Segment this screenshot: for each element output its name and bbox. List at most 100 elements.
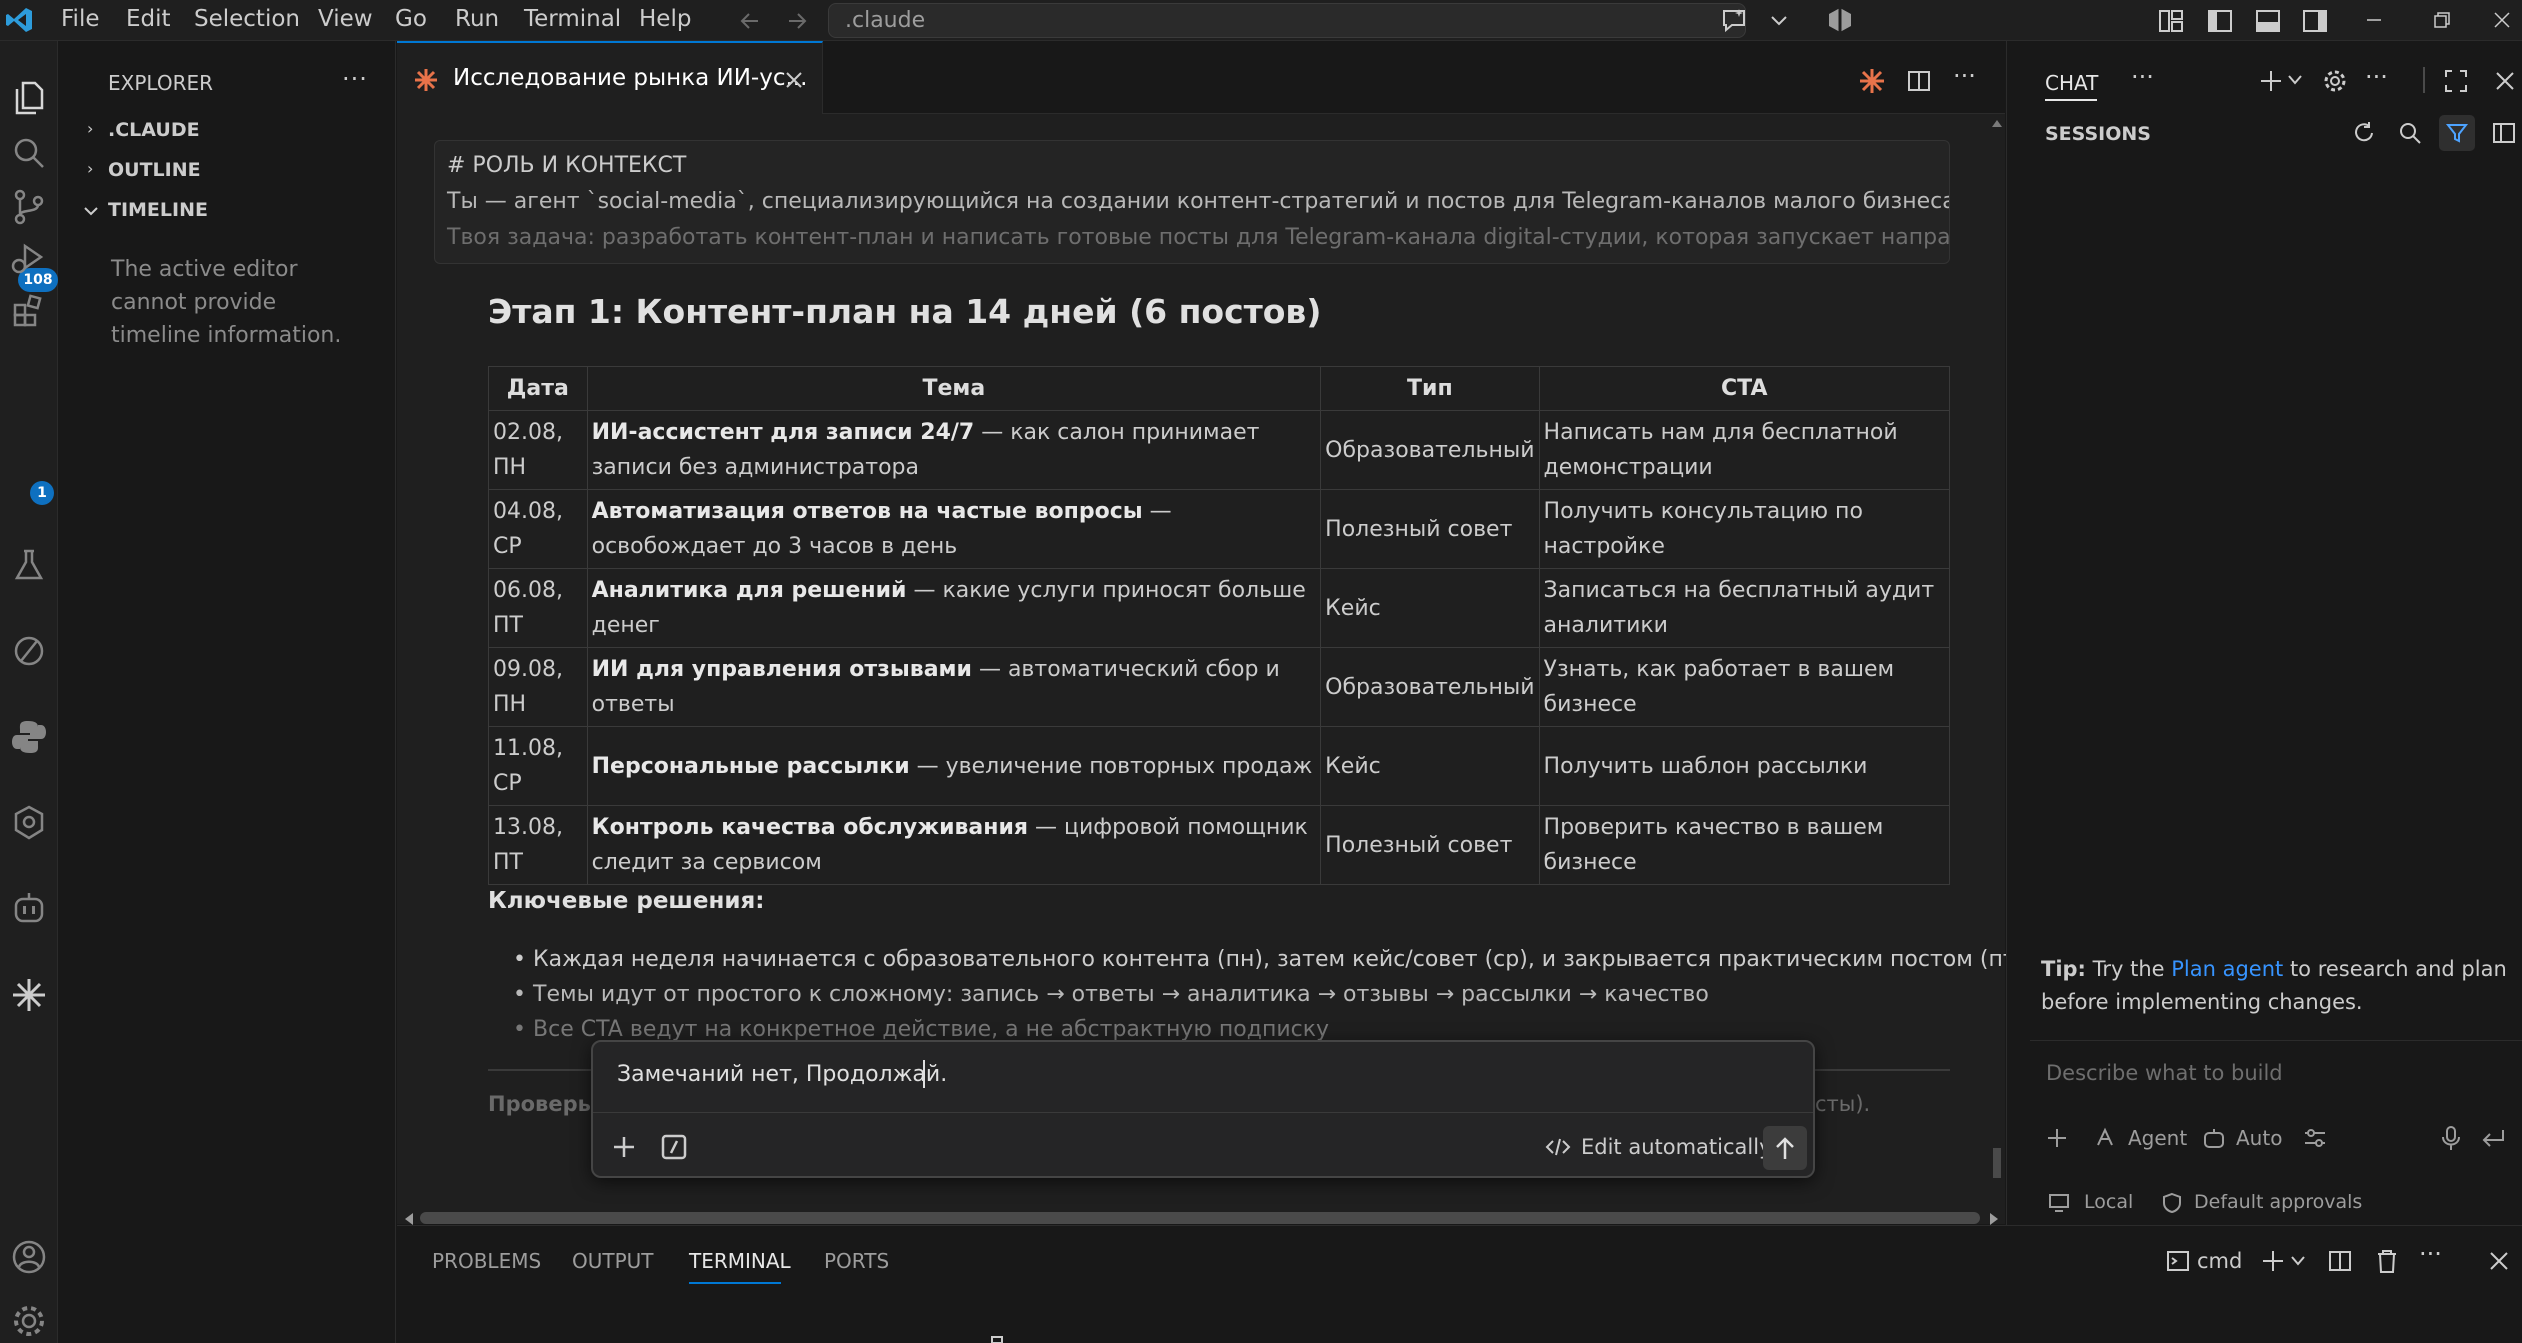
tools-sliders-icon[interactable] bbox=[2302, 1126, 2328, 1150]
editor-tab-active[interactable]: Исследование рынка ИИ-ус... bbox=[397, 41, 823, 114]
topic-bold: Контроль качества обслуживания bbox=[591, 815, 1029, 840]
key-decisions-heading: Ключевые решения: bbox=[488, 888, 765, 914]
list-item: Темы идут от простого к сложному: запись… bbox=[513, 982, 1709, 1007]
tab-output[interactable]: OUTPUT bbox=[572, 1249, 654, 1273]
remote-explorer-icon[interactable] bbox=[7, 629, 51, 673]
menu-selection[interactable]: Selection bbox=[194, 6, 300, 32]
close-tab-icon[interactable] bbox=[783, 69, 805, 91]
scroll-left-arrow-icon[interactable] bbox=[403, 1212, 415, 1226]
claude-sparkle-icon[interactable] bbox=[7, 973, 51, 1017]
close-panel-icon[interactable] bbox=[2487, 1249, 2511, 1273]
list-item: Каждая неделя начинается с образовательн… bbox=[513, 947, 2024, 972]
kubernetes-hex-icon[interactable] bbox=[7, 801, 51, 845]
local-label[interactable]: Local bbox=[2084, 1191, 2133, 1213]
chevron-down-icon[interactable] bbox=[2290, 1254, 2306, 1268]
toggle-secondary-sidebar-icon[interactable] bbox=[2301, 7, 2329, 35]
explorer-more-icon[interactable]: ··· bbox=[342, 65, 368, 93]
panel-more-icon[interactable]: ··· bbox=[2419, 1240, 2442, 1268]
cell-topic: Контроль качества обслуживания — цифрово… bbox=[586, 805, 1322, 885]
approvals-label[interactable]: Default approvals bbox=[2194, 1191, 2362, 1213]
scroll-right-arrow-icon[interactable] bbox=[1988, 1212, 2000, 1226]
tab-terminal[interactable]: TERMINAL bbox=[689, 1249, 791, 1273]
toggle-sessions-sidebar-icon[interactable] bbox=[2491, 120, 2517, 146]
model-label[interactable]: Auto bbox=[2236, 1126, 2282, 1150]
topic-bold: Автоматизация ответов на частые вопросы bbox=[591, 499, 1143, 524]
account-icon[interactable] bbox=[7, 1235, 51, 1279]
menu-run[interactable]: Run bbox=[455, 6, 499, 32]
tab-ports[interactable]: PORTS bbox=[824, 1249, 889, 1273]
source-control-icon[interactable] bbox=[7, 185, 51, 229]
chat-input-value[interactable]: Замечаний нет, Продолжай. bbox=[617, 1062, 947, 1087]
editor-more-actions-icon[interactable]: ··· bbox=[1953, 62, 1976, 90]
testing-flask-icon[interactable] bbox=[7, 543, 51, 587]
search-icon[interactable] bbox=[2397, 120, 2423, 146]
run-debug-icon[interactable] bbox=[7, 236, 51, 280]
customize-layout-icon[interactable] bbox=[2157, 7, 2185, 35]
menu-edit[interactable]: Edit bbox=[126, 6, 171, 32]
menu-terminal[interactable]: Terminal bbox=[524, 6, 621, 32]
split-terminal-icon[interactable] bbox=[2327, 1248, 2353, 1274]
section-timeline[interactable]: TIMELINE bbox=[59, 195, 396, 225]
copilot-icon[interactable] bbox=[1826, 6, 1854, 34]
extensions-icon[interactable] bbox=[7, 289, 51, 333]
scroll-up-arrow-icon[interactable] bbox=[1991, 118, 2003, 128]
section-outline[interactable]: › OUTLINE bbox=[59, 155, 396, 185]
menu-go[interactable]: Go bbox=[395, 6, 427, 32]
agent-mode-icon bbox=[2097, 1127, 2113, 1146]
plan-agent-link[interactable]: Plan agent bbox=[2171, 957, 2283, 981]
split-editor-icon[interactable] bbox=[1906, 68, 1932, 94]
restore-icon[interactable] bbox=[2430, 8, 2454, 32]
add-context-plus-icon[interactable] bbox=[2044, 1125, 2070, 1151]
chat-title[interactable]: CHAT bbox=[2045, 71, 2098, 95]
menu-help[interactable]: Help bbox=[639, 6, 691, 32]
refresh-icon[interactable] bbox=[2351, 120, 2377, 146]
claude-sparkle-icon[interactable] bbox=[1858, 67, 1886, 95]
extensions-badge: 1 bbox=[30, 481, 54, 505]
cell-date: 11.08, СР bbox=[488, 726, 588, 806]
send-button[interactable] bbox=[1763, 1126, 1807, 1170]
minimize-icon[interactable] bbox=[2362, 10, 2386, 30]
forward-arrow-icon[interactable] bbox=[785, 9, 809, 33]
terminal-name[interactable]: cmd bbox=[2197, 1249, 2242, 1273]
filter-button[interactable] bbox=[2439, 115, 2475, 151]
section-claude[interactable]: › .CLAUDE bbox=[59, 115, 396, 145]
close-window-icon[interactable] bbox=[2490, 8, 2514, 32]
search-icon[interactable] bbox=[7, 131, 51, 175]
chat-compose-box[interactable]: Describe what to build Agent Auto bbox=[2030, 1040, 2522, 1170]
edit-automatically-label[interactable]: Edit automatically bbox=[1581, 1135, 1772, 1159]
menu-view[interactable]: View bbox=[318, 6, 373, 32]
agent-mode-label[interactable]: Agent bbox=[2128, 1126, 2187, 1150]
chevron-down-icon[interactable] bbox=[1769, 12, 1789, 28]
slash-command-icon[interactable] bbox=[659, 1132, 689, 1162]
editor-horizontal-scrollbar[interactable] bbox=[420, 1212, 1980, 1224]
chat-sparkle-icon[interactable] bbox=[1720, 7, 1750, 35]
close-chat-icon[interactable] bbox=[2493, 69, 2517, 93]
chevron-down-icon[interactable] bbox=[2287, 73, 2303, 87]
editor-vertical-scrollbar[interactable] bbox=[1991, 118, 2003, 1208]
inline-chat-input[interactable]: Замечаний нет, Продолжай. Edit automatic… bbox=[591, 1040, 1815, 1178]
microphone-icon[interactable] bbox=[2440, 1125, 2462, 1151]
explorer-files-icon[interactable] bbox=[7, 75, 51, 119]
toggle-primary-sidebar-icon[interactable] bbox=[2206, 7, 2234, 35]
new-chat-plus-icon[interactable] bbox=[2257, 67, 2285, 95]
chat-compose-placeholder[interactable]: Describe what to build bbox=[2046, 1061, 2283, 1085]
python-icon[interactable] bbox=[7, 715, 51, 759]
chat-actions-more-icon[interactable]: ··· bbox=[2365, 63, 2388, 91]
command-center-search[interactable]: .claude bbox=[828, 3, 1746, 38]
back-arrow-icon[interactable] bbox=[738, 9, 762, 33]
trash-icon[interactable] bbox=[2374, 1247, 2400, 1275]
add-context-plus-icon[interactable] bbox=[609, 1132, 639, 1162]
tab-problems[interactable]: PROBLEMS bbox=[432, 1249, 541, 1273]
toggle-panel-icon[interactable] bbox=[2254, 7, 2282, 35]
new-terminal-plus-icon[interactable] bbox=[2259, 1247, 2287, 1275]
maximize-icon[interactable] bbox=[2443, 68, 2469, 94]
menu-file[interactable]: File bbox=[61, 6, 100, 32]
chat-more-icon[interactable]: ··· bbox=[2131, 63, 2154, 91]
copilot-robot-icon[interactable] bbox=[7, 887, 51, 931]
send-arrow-icon[interactable] bbox=[2480, 1127, 2506, 1149]
cell-date: 06.08, ПТ bbox=[488, 568, 588, 648]
chat-settings-gear-icon[interactable] bbox=[2321, 67, 2349, 95]
table-header-row: Дата Тема Тип CTA bbox=[488, 366, 1951, 411]
settings-gear-icon[interactable] bbox=[7, 1299, 51, 1343]
scroll-thumb[interactable] bbox=[1993, 1148, 2001, 1178]
